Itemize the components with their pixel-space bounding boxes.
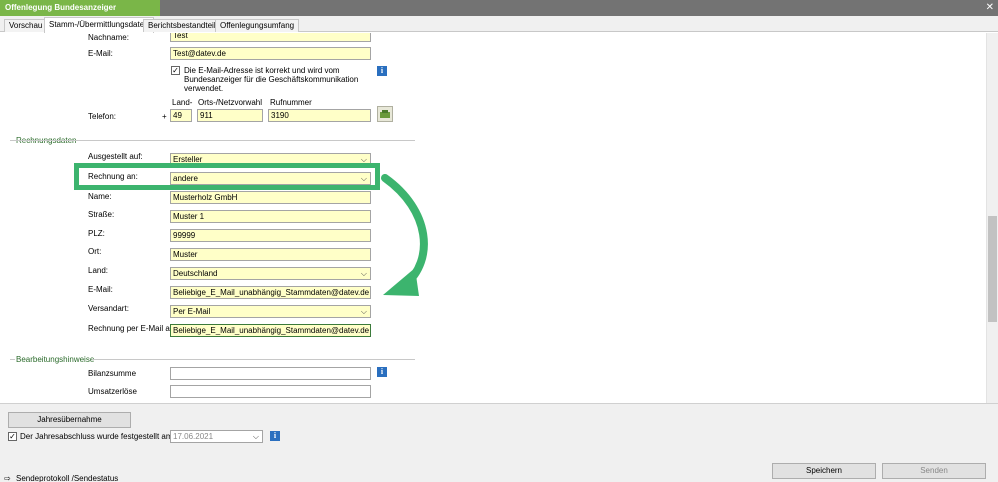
title-bar: Offenlegung Bundesanzeiger ✕ bbox=[0, 0, 998, 16]
info-icon[interactable]: i bbox=[270, 431, 280, 441]
ort-label: Ort: bbox=[88, 247, 102, 256]
umsatz-field[interactable] bbox=[170, 385, 371, 398]
versandart-value: Per E-Mail bbox=[173, 307, 211, 316]
tab-stammdaten[interactable]: Stamm-/Übermittlungsdaten bbox=[44, 17, 154, 33]
annotation-arrow bbox=[381, 174, 428, 296]
vertical-scrollbar[interactable] bbox=[986, 33, 998, 403]
land-label: Land: bbox=[88, 266, 109, 275]
check-icon: ✓ bbox=[9, 432, 16, 441]
arrow-right-icon: ⇨ bbox=[4, 474, 11, 482]
land-header: Land- bbox=[172, 98, 193, 107]
name-field[interactable]: Musterholz GmbH bbox=[170, 191, 371, 204]
bearbeitung-section: Bearbeitungshinweise bbox=[16, 355, 95, 364]
name-label: Name: bbox=[88, 192, 112, 201]
speichern-button[interactable]: Speichern bbox=[772, 463, 876, 479]
email-confirm-text-1: Die E-Mail-Adresse ist korrekt und wird … bbox=[184, 66, 340, 75]
ort-field[interactable]: Muster bbox=[170, 248, 371, 261]
strasse-label: Straße: bbox=[88, 210, 115, 219]
tab-vorschau[interactable]: Vorschau bbox=[4, 19, 48, 32]
scrollbar-thumb[interactable] bbox=[988, 216, 997, 322]
phone-icon bbox=[380, 110, 390, 118]
telefon-label: Telefon: bbox=[88, 112, 117, 121]
vorwahl-field[interactable]: 911 bbox=[197, 109, 263, 122]
rpe-field[interactable]: Beliebige_E_Mail_unabhängig_Stammdaten@d… bbox=[170, 324, 371, 337]
festgestellt-date-field[interactable]: 17.06.2021 ⌵ bbox=[170, 430, 263, 443]
plus-sign: + bbox=[162, 112, 167, 121]
tab-offenlegungsumfang[interactable]: Offenlegungsumfang bbox=[215, 19, 300, 32]
versandart-label: Versandart: bbox=[88, 304, 129, 313]
check-icon: ✓ bbox=[172, 66, 179, 75]
email-confirm-checkbox[interactable]: ✓ bbox=[171, 66, 180, 75]
chevron-down-icon: ⌵ bbox=[360, 269, 367, 278]
tab-bar: Vorschau Stamm-/Übermittlungsdaten Beric… bbox=[0, 16, 998, 33]
vorwahl-header: Orts-/Netzvorwahl bbox=[198, 98, 263, 107]
nachname-label: Nachname: bbox=[88, 33, 129, 42]
close-icon[interactable]: ✕ bbox=[986, 0, 994, 16]
footer-panel: Jahresübernahme ✓ Der Jahresabschluss wu… bbox=[0, 403, 998, 482]
rpe-label: Rechnung per E-Mail an: bbox=[88, 324, 177, 333]
rechnung-email-field[interactable]: Beliebige_E_Mail_unabhängig_Stammdaten@d… bbox=[170, 286, 371, 299]
section-divider-left bbox=[10, 140, 15, 141]
phone-book-button[interactable] bbox=[377, 106, 393, 122]
tab-berichtsbestandteile[interactable]: Berichtsbestandteile bbox=[143, 19, 226, 32]
email-confirm-text-3: verwendet. bbox=[184, 84, 224, 93]
strasse-field[interactable]: Muster 1 bbox=[170, 210, 371, 223]
rufnummer-field[interactable]: 3190 bbox=[268, 109, 371, 122]
land-value: Deutschland bbox=[173, 269, 218, 278]
festgestellt-date: 17.06.2021 bbox=[173, 432, 214, 441]
email-field[interactable]: Test@datev.de bbox=[170, 47, 371, 60]
senden-button[interactable]: Senden bbox=[882, 463, 986, 479]
form-content: Nachname: Test E-Mail: Test@datev.de ✓ D… bbox=[0, 33, 998, 403]
land-select[interactable]: Deutschland ⌵ bbox=[170, 267, 371, 280]
umsatz-label: Umsatzerlöse bbox=[88, 387, 137, 396]
festgestellt-checkbox[interactable]: ✓ bbox=[8, 432, 17, 441]
sendeprotokoll-link[interactable]: Sendeprotokoll /Sendestatus bbox=[16, 474, 118, 482]
section-divider-left bbox=[10, 359, 15, 360]
info-icon[interactable]: i bbox=[377, 367, 387, 377]
ausgestellt-label: Ausgestellt auf: bbox=[88, 152, 143, 161]
plz-label: PLZ: bbox=[88, 229, 105, 238]
window-title: Offenlegung Bundesanzeiger bbox=[0, 0, 160, 16]
bilanz-field[interactable] bbox=[170, 367, 371, 380]
chevron-down-icon: ⌵ bbox=[360, 307, 367, 316]
highlight-box bbox=[74, 163, 380, 190]
email-confirm-text-2: Bundesanzeiger für die Geschäftskommunik… bbox=[184, 75, 359, 84]
section-divider bbox=[92, 359, 415, 360]
email-label: E-Mail: bbox=[88, 49, 113, 58]
rufnummer-header: Rufnummer bbox=[270, 98, 312, 107]
nachname-field[interactable]: Test bbox=[170, 33, 371, 42]
section-divider bbox=[10, 140, 415, 141]
rechnung-email-label: E-Mail: bbox=[88, 285, 113, 294]
plz-field[interactable]: 99999 bbox=[170, 229, 371, 242]
info-icon[interactable]: i bbox=[377, 66, 387, 76]
land-code-field[interactable]: 49 bbox=[170, 109, 192, 122]
festgestellt-label: Der Jahresabschluss wurde festgestellt a… bbox=[20, 432, 175, 441]
bilanz-label: Bilanzsumme bbox=[88, 369, 137, 378]
calendar-icon: ⌵ bbox=[252, 432, 259, 441]
versandart-select[interactable]: Per E-Mail ⌵ bbox=[170, 305, 371, 318]
jahresuebernahme-button[interactable]: Jahresübernahme bbox=[8, 412, 131, 428]
